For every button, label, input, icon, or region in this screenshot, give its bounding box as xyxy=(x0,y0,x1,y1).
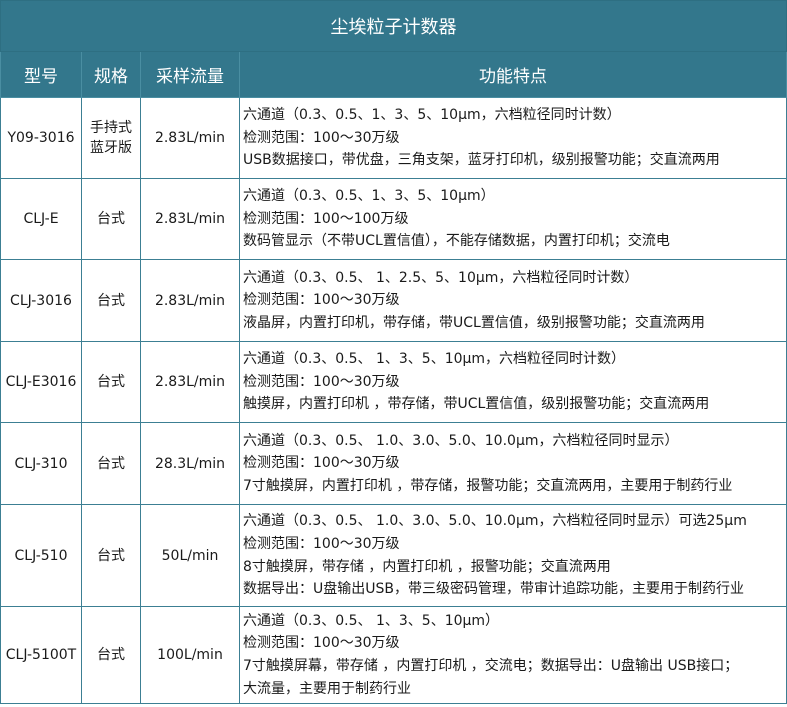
feature-line: 液晶屏，内置打印机，带存储，带UCL置信值，级别报警功能；交直流两用 xyxy=(243,314,705,331)
spec-line: 台式 xyxy=(97,211,125,227)
feature-line: USB数据接口，带优盘，三角支架，蓝牙打印机，级别报警功能；交直流两用 xyxy=(243,152,720,169)
feature-line: 7寸触摸屏幕，带存储 ，内置打印机 ，交流电；数据导出：U盘输出 USB接口； xyxy=(243,658,739,674)
header-row: 型号 规格 采样流量 功能特点 xyxy=(0,51,787,98)
feature-line: 数码管显示（不带UCL置信值），不能存储数据，内置打印机；交流电 xyxy=(243,233,670,250)
spec-line: 蓝牙版 xyxy=(90,140,132,156)
header-flow: 采样流量 xyxy=(140,51,240,98)
spec-line: 台式 xyxy=(97,455,125,472)
spec-cell: 台式 xyxy=(81,422,141,505)
feature-line: 检测范围：100～30万级 xyxy=(243,535,400,552)
feature-line: 六通道（0.3、0.5、 1、2.5、5、10μm，六档粒径同时计数） xyxy=(243,269,639,286)
feature-line: 检测范围：100～30万级 xyxy=(243,129,400,146)
spec-line: 台式 xyxy=(97,547,125,564)
feature-line: 检测范围：100～30万级 xyxy=(243,292,400,309)
flow-cell: 28.3L/min xyxy=(140,422,240,505)
table-row: CLJ-E3016 台式 2.83L/min 六通道（0.3、0.5、 1、3、… xyxy=(0,341,787,423)
spec-cell: 台式 xyxy=(81,341,141,423)
table-title: 尘埃粒子计数器 xyxy=(0,0,787,52)
model-cell: CLJ-5100T xyxy=(0,606,82,704)
flow-cell: 2.83L/min xyxy=(140,178,240,260)
model-cell: CLJ-E3016 xyxy=(0,341,82,423)
model-cell: Y09-3016 xyxy=(0,97,82,179)
table-row: CLJ-310 台式 28.3L/min 六通道（0.3、0.5、 1.0、3.… xyxy=(0,422,787,505)
spec-cell: 台式 xyxy=(81,178,141,260)
header-features: 功能特点 xyxy=(239,51,787,98)
flow-cell: 50L/min xyxy=(140,504,240,607)
flow-cell: 2.83L/min xyxy=(140,341,240,423)
table-row: CLJ-5100T 台式 100L/min 六通道（0.3、0.5、 1、3、5… xyxy=(0,606,787,704)
spec-cell: 台式 xyxy=(81,259,141,342)
flow-cell: 2.83L/min xyxy=(140,97,240,179)
model-cell: CLJ-3016 xyxy=(0,259,82,342)
spec-cell: 台式 xyxy=(81,504,141,607)
feature-line: 数据导出：U盘输出USB，带三级密码管理，带审计追踪功能，主要用于制药行业 xyxy=(243,581,744,598)
feature-line: 大流量，主要用于制药行业 xyxy=(243,680,411,697)
spec-cell: 手持式 蓝牙版 xyxy=(81,97,141,179)
flow-cell: 2.83L/min xyxy=(140,259,240,342)
model-cell: CLJ-310 xyxy=(0,422,82,505)
features-cell: 六通道（0.3、0.5、 1.0、3.0、5.0、10.0μm，六档粒径同时显示… xyxy=(239,422,787,505)
flow-cell: 100L/min xyxy=(140,606,240,704)
spec-line: 手持式 xyxy=(90,120,132,136)
features-cell: 六通道（0.3、0.5、 1、2.5、5、10μm，六档粒径同时计数） 检测范围… xyxy=(239,259,787,342)
features-cell: 六通道（0.3、0.5、1、3、5、10μm，六档粒径同时计数） 检测范围：10… xyxy=(239,97,787,179)
feature-line: 检测范围：100～30万级 xyxy=(243,635,400,652)
header-spec: 规格 xyxy=(81,51,141,98)
feature-line: 六通道（0.3、0.5、 1、3、5、10μm，六档粒径同时计数） xyxy=(243,351,626,368)
spec-line: 台式 xyxy=(97,292,125,309)
features-cell: 六通道（0.3、0.5、 1.0、3.0、5.0、10.0μm，六档粒径同时显示… xyxy=(239,504,787,607)
feature-line: 检测范围：100～30万级 xyxy=(243,373,400,390)
feature-line: 7寸触摸屏，内置打印机 ，带存储，报警功能；交直流两用，主要用于制药行业 xyxy=(243,477,733,494)
feature-line: 检测范围：100～100万级 xyxy=(243,210,409,227)
table-row: CLJ-3016 台式 2.83L/min 六通道（0.3、0.5、 1、2.5… xyxy=(0,259,787,342)
table-row: CLJ-510 台式 50L/min 六通道（0.3、0.5、 1.0、3.0、… xyxy=(0,504,787,607)
feature-line: 六通道（0.3、0.5、 1.0、3.0、5.0、10.0μm，六档粒径同时显示… xyxy=(243,513,747,530)
feature-line: 触摸屏，内置打印机 ，带存储，带UCL置信值，级别报警功能；交直流两用 xyxy=(243,396,710,413)
feature-line: 六通道（0.3、0.5、1、3、5、10μm） xyxy=(243,188,495,205)
feature-line: 六通道（0.3、0.5、 1.0、3.0、5.0、10.0μm，六档粒径同时显示… xyxy=(243,432,679,449)
features-cell: 六通道（0.3、0.5、 1、3、5、10μm） 检测范围：100～30万级 7… xyxy=(239,606,787,704)
model-cell: CLJ-510 xyxy=(0,504,82,607)
table-row: CLJ-E 台式 2.83L/min 六通道（0.3、0.5、1、3、5、10μ… xyxy=(0,178,787,260)
spec-line: 台式 xyxy=(97,647,125,663)
table-row: Y09-3016 手持式 蓝牙版 2.83L/min 六通道（0.3、0.5、1… xyxy=(0,97,787,179)
header-model: 型号 xyxy=(0,51,82,98)
features-cell: 六通道（0.3、0.5、1、3、5、10μm） 检测范围：100～100万级 数… xyxy=(239,178,787,260)
feature-line: 检测范围：100～30万级 xyxy=(243,455,400,472)
feature-line: 8寸触摸屏，带存储 ，内置打印机 ，报警功能；交直流两用 xyxy=(243,558,611,575)
particle-counter-table: 尘埃粒子计数器 型号 规格 采样流量 功能特点 Y09-3016 手持式 蓝牙版… xyxy=(0,0,787,704)
feature-line: 六通道（0.3、0.5、1、3、5、10μm，六档粒径同时计数） xyxy=(243,107,621,124)
product-table-container: 尘埃粒子计数器 型号 规格 采样流量 功能特点 Y09-3016 手持式 蓝牙版… xyxy=(0,0,787,707)
spec-cell: 台式 xyxy=(81,606,141,704)
features-cell: 六通道（0.3、0.5、 1、3、5、10μm，六档粒径同时计数） 检测范围：1… xyxy=(239,341,787,423)
spec-line: 台式 xyxy=(97,374,125,390)
model-cell: CLJ-E xyxy=(0,178,82,260)
feature-line: 六通道（0.3、0.5、 1、3、5、10μm） xyxy=(243,612,500,629)
